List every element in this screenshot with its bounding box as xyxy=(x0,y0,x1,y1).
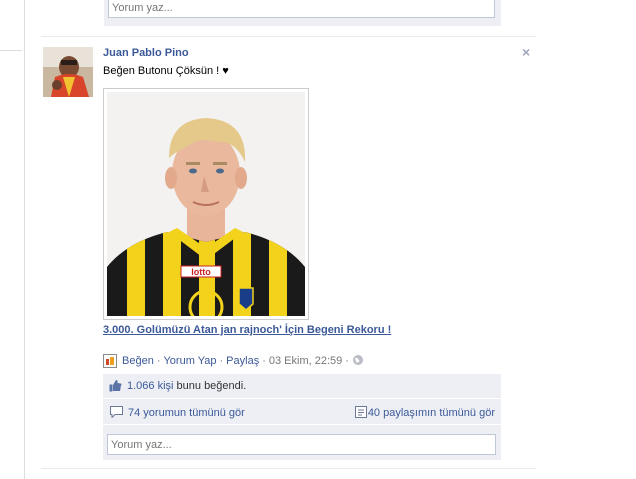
post-actions: Beğen · Yorum Yap · Paylaş · 03 Ekim, 22… xyxy=(103,354,368,368)
left-column-border xyxy=(0,0,25,479)
view-all-shares-link[interactable]: 40 paylaşımın tümünü gör xyxy=(368,407,495,419)
globe-icon xyxy=(352,354,366,368)
like-button[interactable]: Beğen xyxy=(122,355,154,367)
comment-input[interactable]: Yorum yaz... xyxy=(107,434,496,455)
like-app-icon xyxy=(103,354,117,368)
share-button[interactable]: Paylaş xyxy=(226,355,259,367)
post-timestamp[interactable]: 03 Ekim, 22:59 xyxy=(269,355,342,367)
previous-post-comment-area: Yorum yaz... xyxy=(104,0,501,26)
post-divider xyxy=(41,36,536,37)
thumbs-up-icon xyxy=(109,379,122,395)
jersey-brand: lotto xyxy=(191,267,211,277)
action-separator: · xyxy=(156,355,161,367)
action-separator: · xyxy=(345,355,349,367)
post-divider-bottom xyxy=(41,468,536,469)
feedback-area: 1.066 kişi bunu beğendi. 74 yorumun tümü… xyxy=(103,374,501,460)
avatar[interactable] xyxy=(43,47,93,97)
comment-button[interactable]: Yorum Yap xyxy=(163,355,216,367)
action-separator: · xyxy=(219,355,224,367)
close-icon[interactable]: × xyxy=(522,44,530,60)
post-author[interactable]: Juan Pablo Pino xyxy=(103,47,189,59)
comment-icon xyxy=(110,406,123,421)
action-separator: · xyxy=(262,355,266,367)
likes-count-link[interactable]: 1.066 kişi xyxy=(127,380,173,392)
view-more-row: 74 yorumun tümünü gör 40 paylaşımın tümü… xyxy=(103,400,501,425)
post-photo[interactable]: lotto xyxy=(103,88,309,320)
previous-comment-input[interactable]: Yorum yaz... xyxy=(108,0,495,18)
post-link-title[interactable]: 3.000. Golümüzü Atan jan rajnoch' İçin B… xyxy=(103,324,391,336)
likes-suffix: bunu beğendi. xyxy=(173,380,247,392)
view-all-comments-link[interactable]: 74 yorumun tümünü gör xyxy=(128,407,245,419)
comment-box: Yorum yaz... xyxy=(103,428,501,460)
likes-row: 1.066 kişi bunu beğendi. xyxy=(103,374,501,399)
likes-summary: 1.066 kişi bunu beğendi. xyxy=(127,380,246,392)
share-icon xyxy=(355,406,367,421)
post-status-text: Beğen Butonu Çöksün ! ♥ xyxy=(103,65,229,77)
left-column-divider xyxy=(0,50,22,51)
